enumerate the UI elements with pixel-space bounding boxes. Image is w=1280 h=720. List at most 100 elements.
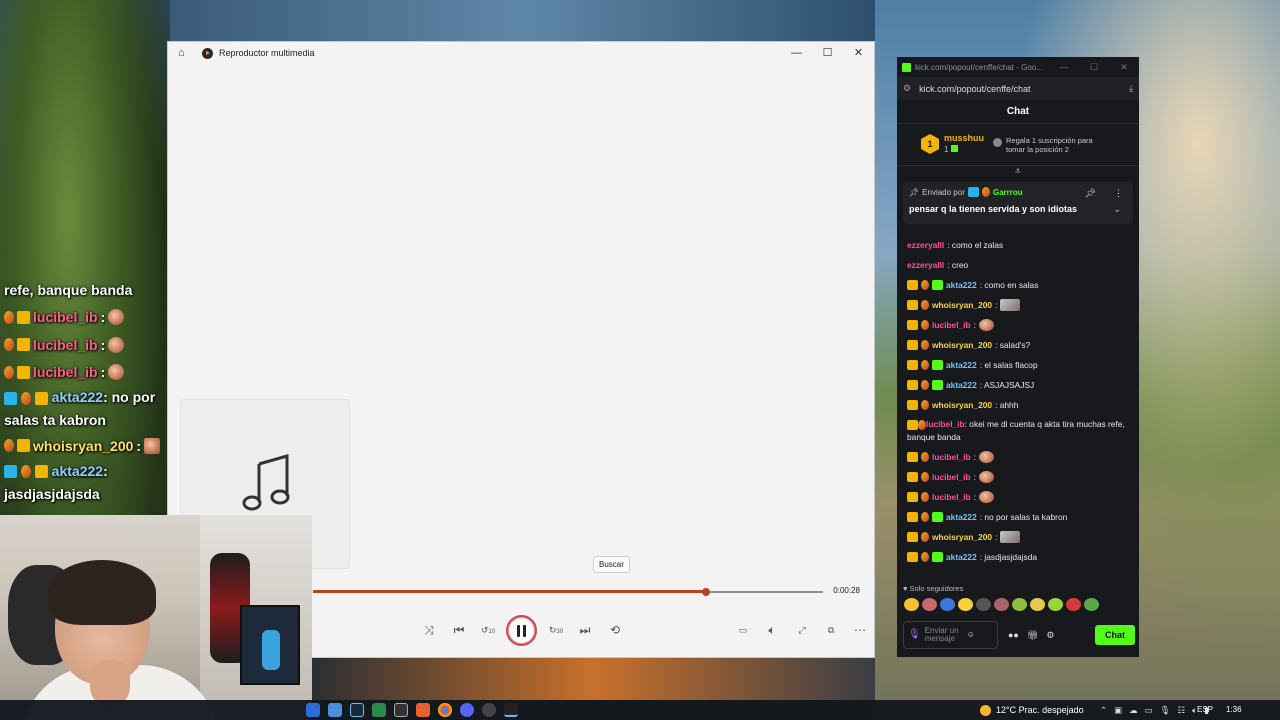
chat-username[interactable]: whoisryan_200	[932, 295, 992, 315]
emote-icon[interactable]	[1084, 598, 1099, 611]
explorer-icon[interactable]	[328, 703, 342, 717]
emote-icon[interactable]	[1030, 598, 1045, 611]
media-player-taskbar-icon[interactable]	[504, 703, 518, 717]
next-icon[interactable]: ⏭	[575, 620, 595, 640]
app-tray-icon[interactable]: ▣	[1114, 705, 1122, 716]
home-icon[interactable]: ⌂	[178, 47, 194, 59]
fullscreen-icon[interactable]: ⤢	[792, 620, 812, 640]
rewind-10-icon[interactable]: ↺10	[478, 620, 498, 640]
pinned-by-name[interactable]: Garrrou	[993, 188, 1023, 197]
emote-icon[interactable]	[976, 598, 991, 611]
address-bar[interactable]: ⚙ kick.com/popout/cenffe/chat ⤓	[897, 77, 1139, 100]
chat-username[interactable]: lucibel_ib	[932, 467, 971, 487]
clock[interactable]: 1:36	[1226, 700, 1242, 720]
pinned-message[interactable]: 📌︎ Enviado por Garrrou pensar q la tienen …	[903, 182, 1133, 224]
rewards-icon[interactable]: ●●	[1008, 630, 1019, 641]
site-settings-icon[interactable]: ⚙	[903, 83, 911, 94]
message-input[interactable]: 🎙︎ Enviar un mensaje ☺	[903, 621, 998, 649]
steam-icon[interactable]	[350, 703, 364, 717]
chat-username[interactable]: akta222	[946, 375, 977, 395]
more-options-icon[interactable]: ⋮	[1114, 188, 1123, 199]
emote-icon[interactable]	[1012, 598, 1027, 611]
chat-username[interactable]: whoisryan_200	[932, 395, 992, 415]
close-icon[interactable]: ✕	[843, 42, 874, 64]
pause-button[interactable]	[506, 615, 537, 646]
chrome-icon[interactable]	[438, 703, 452, 717]
terminal-icon[interactable]	[394, 703, 408, 717]
spreadsheet-icon[interactable]	[372, 703, 386, 717]
chat-message[interactable]: lucibel_ib:	[897, 467, 1139, 487]
chat-username[interactable]: lucibel_ib	[926, 419, 965, 429]
chat-username[interactable]: akta222	[946, 355, 977, 375]
repeat-icon[interactable]: ⟲	[605, 620, 625, 640]
emote-icon[interactable]	[994, 598, 1009, 611]
minimize-icon[interactable]: —	[1049, 62, 1079, 73]
chat-message[interactable]: whoisryan_200:	[897, 295, 1139, 315]
collapse-chevron-icon[interactable]: ⩡	[897, 166, 1139, 180]
gift-leaderboard[interactable]: 1 musshuu 1 Regala 1 suscripción para to…	[897, 124, 1139, 166]
network-icon[interactable]: ☷	[1177, 705, 1185, 716]
mini-player-icon[interactable]: ⧉	[821, 620, 841, 640]
chat-username[interactable]: akta222	[946, 547, 977, 567]
emote-icon[interactable]	[1066, 598, 1081, 611]
chat-message[interactable]: whoisryan_200: ahhh	[897, 395, 1139, 415]
seek-bar[interactable]: 0:00:28	[313, 584, 868, 600]
chat-message[interactable]: whoisryan_200: salad's?	[897, 335, 1139, 355]
chat-message[interactable]: whoisryan_200:	[897, 527, 1139, 547]
more-options-icon[interactable]: ⋯	[850, 620, 870, 640]
volume-icon[interactable]: 🔈︎	[762, 620, 782, 640]
chat-message[interactable]: lucibel_ib:	[897, 447, 1139, 467]
close-icon[interactable]: ✕	[1109, 62, 1139, 73]
start-icon[interactable]	[306, 703, 320, 717]
settings-icon[interactable]: ⚙	[1046, 630, 1054, 641]
kick-chat-window[interactable]: kick.com/popout/cenffe/chat - Goo... — ☐…	[897, 57, 1139, 657]
gift-prompt[interactable]: Regala 1 suscripción para tomar la posic…	[993, 136, 1113, 154]
microphone-icon[interactable]: 🎙︎	[1160, 705, 1171, 716]
expand-chevron-icon[interactable]: ⌄	[1113, 204, 1121, 215]
chat-username[interactable]: lucibel_ib	[932, 487, 971, 507]
chat-username[interactable]: ezzeryalll	[907, 255, 944, 275]
emote-icon[interactable]	[904, 598, 919, 611]
emote-icon[interactable]	[958, 598, 973, 611]
chat-messages[interactable]: ezzeryalll: como el zalas ezzeryalll: cre…	[897, 235, 1139, 575]
shuffle-icon[interactable]: ⤨	[419, 620, 439, 640]
chat-message[interactable]: akta222: no por salas ta kabron	[897, 507, 1139, 527]
download-icon[interactable]: ⤓	[1129, 83, 1133, 94]
maximize-icon[interactable]: ☐	[812, 42, 843, 64]
chat-message[interactable]: akta222: ASJAJSAJSJ	[897, 375, 1139, 395]
chat-message[interactable]: ezzeryalll: creo	[897, 255, 1139, 275]
cloud-icon[interactable]: ☁	[1129, 705, 1138, 716]
weather-widget[interactable]: 12°C Prac. despejado	[980, 700, 1084, 720]
kick-window-titlebar[interactable]: kick.com/popout/cenffe/chat - Goo... — ☐…	[897, 57, 1139, 77]
emote-picker-icon[interactable]: ☺	[967, 631, 975, 639]
captions-icon[interactable]: ▭	[733, 620, 753, 640]
chat-message[interactable]: akta222: jasdjasjdajsda	[897, 547, 1139, 567]
chat-username[interactable]: ezzeryalll	[907, 235, 944, 255]
chat-message[interactable]: akta222: como en salas	[897, 275, 1139, 295]
forward-30-icon[interactable]: ↻30	[546, 620, 566, 640]
emote-icon[interactable]	[922, 598, 937, 611]
chat-message[interactable]: akta222: el salas flacop	[897, 355, 1139, 375]
seek-thumb[interactable]	[701, 588, 710, 596]
url-text[interactable]: kick.com/popout/cenffe/chat	[919, 84, 1030, 94]
obs-icon[interactable]	[482, 703, 496, 717]
chat-username[interactable]: akta222	[946, 275, 977, 295]
microphone-icon[interactable]: 🎙︎	[908, 630, 921, 640]
chat-message[interactable]: lucibel_ib:	[897, 487, 1139, 507]
maximize-icon[interactable]: ☐	[1079, 62, 1109, 73]
chat-username[interactable]: lucibel_ib	[932, 447, 971, 467]
gift-icon[interactable]: 🎁︎	[1027, 630, 1038, 641]
send-chat-button[interactable]: Chat	[1095, 625, 1135, 645]
chat-username[interactable]: akta222	[946, 507, 977, 527]
emote-icon[interactable]	[940, 598, 955, 611]
language-indicator[interactable]: ESP	[1197, 700, 1213, 720]
minimize-icon[interactable]: —	[781, 42, 812, 64]
chat-username[interactable]: lucibel_ib	[932, 315, 971, 335]
chevron-up-icon[interactable]: ⌃	[1100, 705, 1107, 716]
app-icon[interactable]	[416, 703, 430, 717]
discord-icon[interactable]	[460, 703, 474, 717]
player-titlebar[interactable]: ⌂ Reproductor multimedia — ☐ ✕	[168, 42, 874, 64]
chat-username[interactable]: whoisryan_200	[932, 527, 992, 547]
emote-icon[interactable]	[1048, 598, 1063, 611]
chat-message[interactable]: lucibel_ib: okei me di cuenta q akta tir…	[897, 415, 1139, 447]
